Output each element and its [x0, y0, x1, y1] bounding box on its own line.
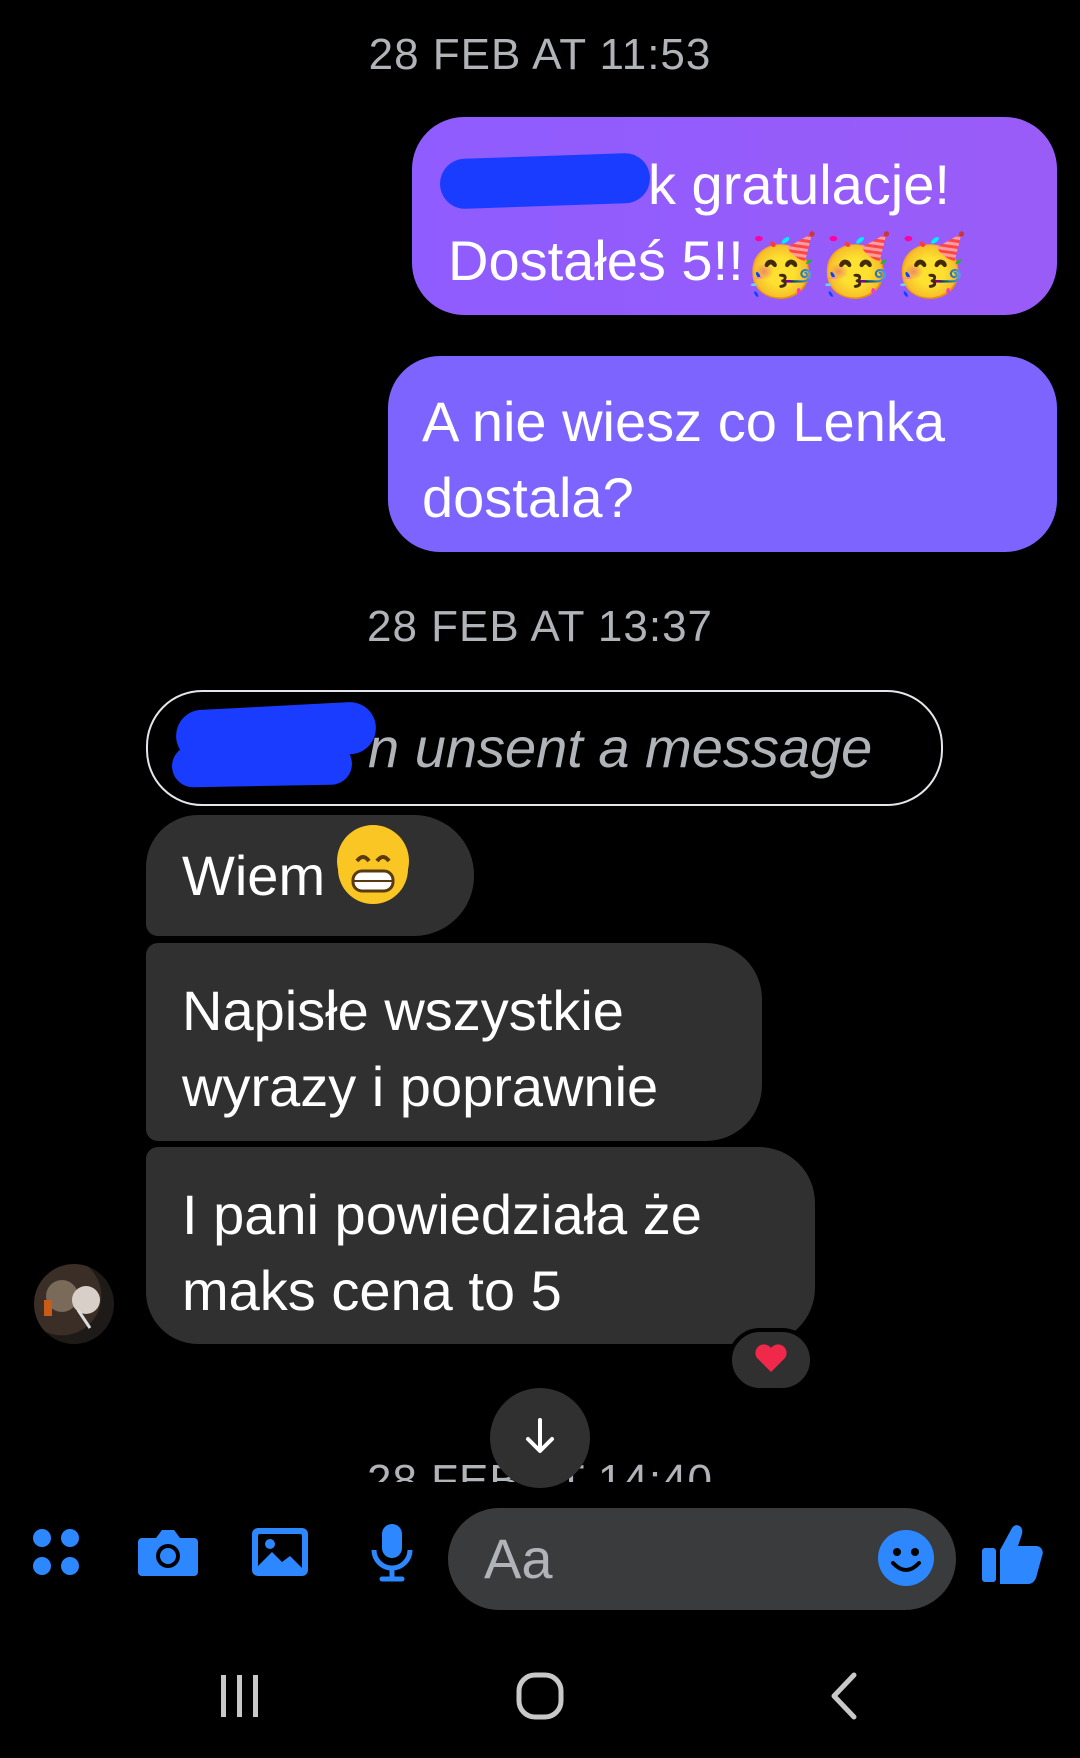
party-face-emoji-icon: 🥳🥳🥳: [743, 232, 968, 299]
back-button[interactable]: [804, 1668, 884, 1728]
gallery-icon: [250, 1524, 310, 1585]
home-icon: [515, 1671, 565, 1726]
apps-icon: [28, 1524, 84, 1585]
camera-button[interactable]: [136, 1522, 200, 1586]
microphone-button[interactable]: [360, 1522, 424, 1586]
recent-apps-icon: [215, 1673, 265, 1724]
emoji-icon: [876, 1530, 936, 1592]
apps-button[interactable]: [24, 1522, 88, 1586]
scroll-to-bottom-button[interactable]: [490, 1388, 590, 1488]
redaction-mark: [171, 742, 353, 788]
thumbs-up-icon: [978, 1525, 1048, 1592]
incoming-message[interactable]: Wiem: [146, 815, 474, 936]
camera-icon: [136, 1524, 200, 1585]
message-text: I pani powiedziała że maks cena to 5: [182, 1183, 702, 1322]
redaction-mark: [439, 152, 651, 210]
timestamp: 28 FEB AT 11:53: [368, 30, 712, 79]
message-text: k gratulacje!: [648, 153, 950, 216]
message-text: A nie wiesz co Lenka dostala?: [422, 390, 945, 529]
message-text: Wiem: [182, 844, 326, 907]
message-text: Dostałeś 5!!: [448, 229, 744, 292]
timestamp: 28 FEB AT 13:37: [366, 602, 714, 651]
arrow-down-icon: [518, 1414, 562, 1463]
heart-reaction[interactable]: [728, 1328, 814, 1392]
gallery-button[interactable]: [248, 1522, 312, 1586]
incoming-message[interactable]: I pani powiedziała że maks cena to 5: [146, 1147, 815, 1344]
outgoing-message[interactable]: k gratulacje! Dostałeś 5!!🥳🥳🥳: [412, 117, 1057, 315]
recent-apps-button[interactable]: [200, 1668, 280, 1728]
contact-avatar[interactable]: [34, 1264, 114, 1344]
incoming-message[interactable]: Napisłe wszystkie wyrazy i poprawnie: [146, 943, 762, 1141]
grinning-face-emoji-icon: [337, 825, 410, 904]
heart-icon: [753, 1342, 789, 1379]
microphone-icon: [368, 1522, 416, 1587]
back-icon: [824, 1671, 864, 1726]
home-button[interactable]: [500, 1668, 580, 1728]
emoji-button[interactable]: [876, 1528, 936, 1588]
like-button[interactable]: [978, 1518, 1048, 1588]
unsent-text: n unsent a message: [368, 716, 873, 779]
message-line: Dostałeś 5!!🥳🥳🥳: [448, 223, 1027, 299]
input-placeholder: Aa: [484, 1527, 553, 1590]
message-text: Napisłe wszystkie wyrazy i poprawnie: [182, 979, 659, 1118]
outgoing-message[interactable]: A nie wiesz co Lenka dostala?: [388, 356, 1057, 552]
